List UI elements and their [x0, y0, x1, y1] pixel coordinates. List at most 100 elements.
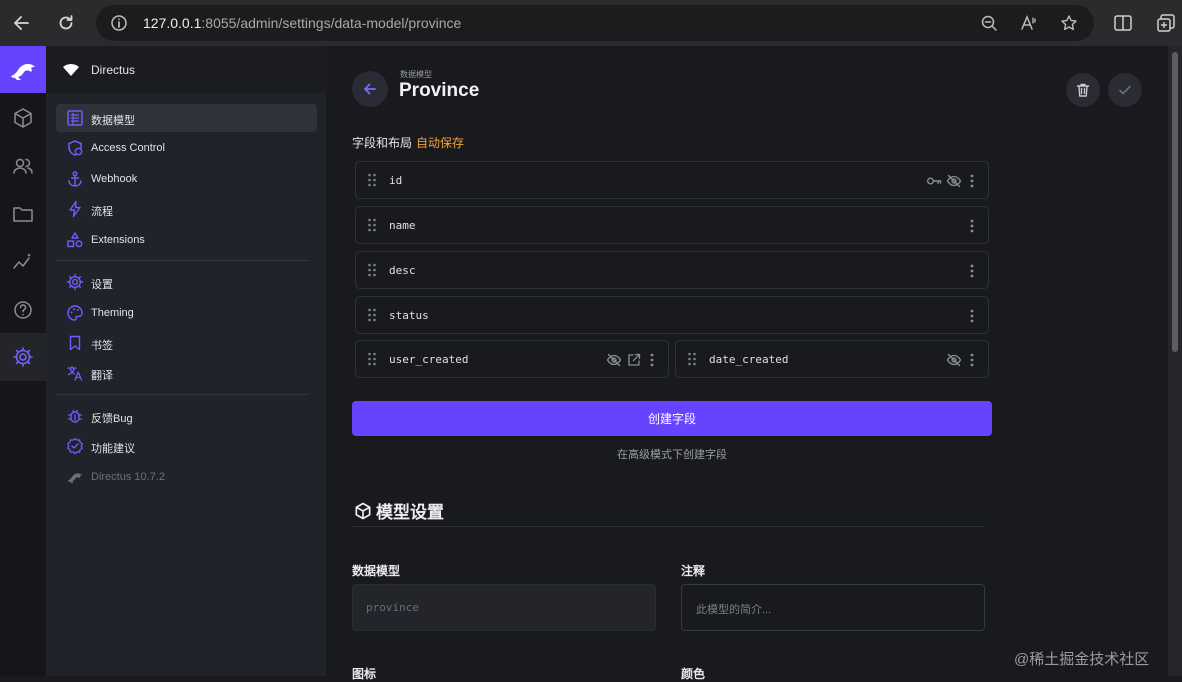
drag-handle-icon[interactable]: [367, 263, 377, 277]
check-icon: [1119, 85, 1131, 95]
field-name: id: [389, 174, 403, 187]
back-arrow-icon[interactable]: [10, 11, 34, 35]
field-name: name: [389, 219, 416, 232]
version-info: Directus 10.7.2: [56, 463, 317, 491]
sidebar-item-webhook[interactable]: Webhook: [56, 165, 317, 193]
sidebar-item-label: 设置: [91, 279, 113, 291]
cube-icon: [353, 501, 373, 521]
more-vertical-icon[interactable]: [964, 263, 980, 279]
folder-icon[interactable]: [11, 202, 35, 226]
advanced-create-field-link[interactable]: 在高级模式下创建字段: [352, 446, 992, 462]
sidebar-item-label: 功能建议: [91, 443, 135, 455]
hidden-eye-icon: [946, 352, 962, 368]
create-field-button[interactable]: 创建字段: [352, 401, 992, 436]
field-row-date-created[interactable]: date_created: [675, 340, 989, 378]
read-aloud-icon[interactable]: [1020, 14, 1038, 32]
sidebar-item-label: 翻译: [91, 370, 113, 382]
open-in-new-icon[interactable]: [626, 352, 642, 368]
delete-button[interactable]: [1066, 73, 1100, 107]
field-name: user_created: [389, 353, 469, 366]
field-row-status[interactable]: status: [355, 296, 989, 334]
sidebar-item-feature-request[interactable]: 功能建议: [56, 432, 317, 460]
more-vertical-icon[interactable]: [964, 352, 980, 368]
field-row-name[interactable]: name: [355, 206, 989, 244]
sidebar-item-label: 流程: [91, 206, 113, 218]
reload-icon[interactable]: [54, 11, 78, 35]
more-vertical-icon[interactable]: [964, 218, 980, 234]
help-icon[interactable]: [11, 298, 35, 322]
collection-name-field: province: [352, 584, 656, 631]
drag-handle-icon[interactable]: [367, 173, 377, 187]
insights-icon[interactable]: [11, 250, 35, 274]
zoom-out-icon[interactable]: [980, 14, 998, 32]
directus-logo-icon: [66, 468, 84, 486]
sidebar-item-label: Webhook: [91, 173, 138, 185]
drag-handle-icon[interactable]: [367, 352, 377, 366]
split-screen-icon[interactable]: [1112, 12, 1134, 34]
project-header[interactable]: Directus: [46, 46, 326, 93]
drag-handle-icon[interactable]: [367, 218, 377, 232]
palette-icon: [66, 304, 84, 322]
wifi-icon: [62, 62, 80, 78]
sidebar-item-settings[interactable]: 设置: [56, 268, 317, 296]
trash-icon: [1076, 83, 1090, 97]
more-vertical-icon[interactable]: [964, 308, 980, 324]
sidebar-item-label: 反馈Bug: [91, 413, 133, 425]
verified-icon: [66, 437, 84, 455]
sidebar-item-label: Extensions: [91, 234, 145, 246]
browser-toolbar: 127.0.0.1:8055/admin/settings/data-model…: [0, 0, 1182, 46]
sidebar-item-label: Access Control: [91, 142, 165, 154]
users-icon[interactable]: [11, 154, 35, 178]
divider: [56, 394, 309, 395]
content-cube-icon[interactable]: [11, 106, 35, 130]
bug-icon: [66, 407, 84, 425]
collections-icon[interactable]: [1155, 12, 1177, 34]
sidebar-item-extensions[interactable]: Extensions: [56, 226, 317, 254]
drag-handle-icon[interactable]: [367, 308, 377, 322]
more-vertical-icon[interactable]: [964, 173, 980, 189]
gear-icon: [66, 273, 84, 291]
note-input[interactable]: 此模型的简介...: [681, 584, 985, 631]
project-name: Directus: [91, 63, 136, 77]
url-text: 127.0.0.1:8055/admin/settings/data-model…: [143, 15, 462, 31]
translate-icon: [66, 364, 84, 382]
drag-handle-icon[interactable]: [687, 352, 697, 366]
sidebar-item-label: 数据模型: [91, 115, 135, 127]
bookmark-icon: [66, 334, 84, 352]
bolt-icon: [66, 200, 84, 218]
address-bar[interactable]: 127.0.0.1:8055/admin/settings/data-model…: [96, 5, 1094, 41]
sidebar-item-access-control[interactable]: Access Control: [56, 134, 317, 162]
hidden-eye-icon: [606, 352, 622, 368]
sidebar-item-translations[interactable]: 翻译: [56, 359, 317, 387]
watermark: @稀土掘金技术社区: [1014, 651, 1150, 668]
scrollbar-thumb[interactable]: [1172, 52, 1178, 352]
sidebar-item-report-bug[interactable]: 反馈Bug: [56, 402, 317, 430]
icon-label: 图标: [352, 667, 377, 681]
more-vertical-icon[interactable]: [644, 352, 660, 368]
note-label: 注释: [681, 564, 706, 578]
directus-logo-icon[interactable]: [0, 46, 46, 93]
save-button[interactable]: [1108, 73, 1142, 107]
sidebar-item-data-model[interactable]: 数据模型: [56, 104, 317, 132]
sidebar-item-bookmarks[interactable]: 书签: [56, 329, 317, 357]
info-icon[interactable]: [110, 14, 128, 32]
extensions-icon: [66, 231, 84, 249]
sidebar-item-theming[interactable]: Theming: [56, 299, 317, 327]
model-settings-heading: 模型设置: [353, 498, 444, 523]
field-row-id[interactable]: id: [355, 161, 989, 199]
version-label: Directus 10.7.2: [91, 471, 165, 483]
color-label: 颜色: [681, 667, 706, 681]
field-row-desc[interactable]: desc: [355, 251, 989, 289]
favorite-star-icon[interactable]: [1060, 14, 1078, 32]
module-bar: [0, 46, 46, 676]
settings-navigation: Directus 数据模型 Access Control Webhook 流程 …: [46, 46, 326, 676]
field-row-user-created[interactable]: user_created: [355, 340, 669, 378]
fields-section-label: 字段和布局 自动保存: [352, 136, 465, 150]
field-name: desc: [389, 264, 416, 277]
sidebar-item-label: Theming: [91, 307, 134, 319]
breadcrumb[interactable]: 数据模型: [400, 69, 432, 80]
sidebar-item-flows[interactable]: 流程: [56, 195, 317, 223]
sidebar-item-label: 书签: [91, 340, 113, 352]
settings-gear-icon[interactable]: [11, 345, 35, 369]
back-button[interactable]: [352, 71, 388, 107]
